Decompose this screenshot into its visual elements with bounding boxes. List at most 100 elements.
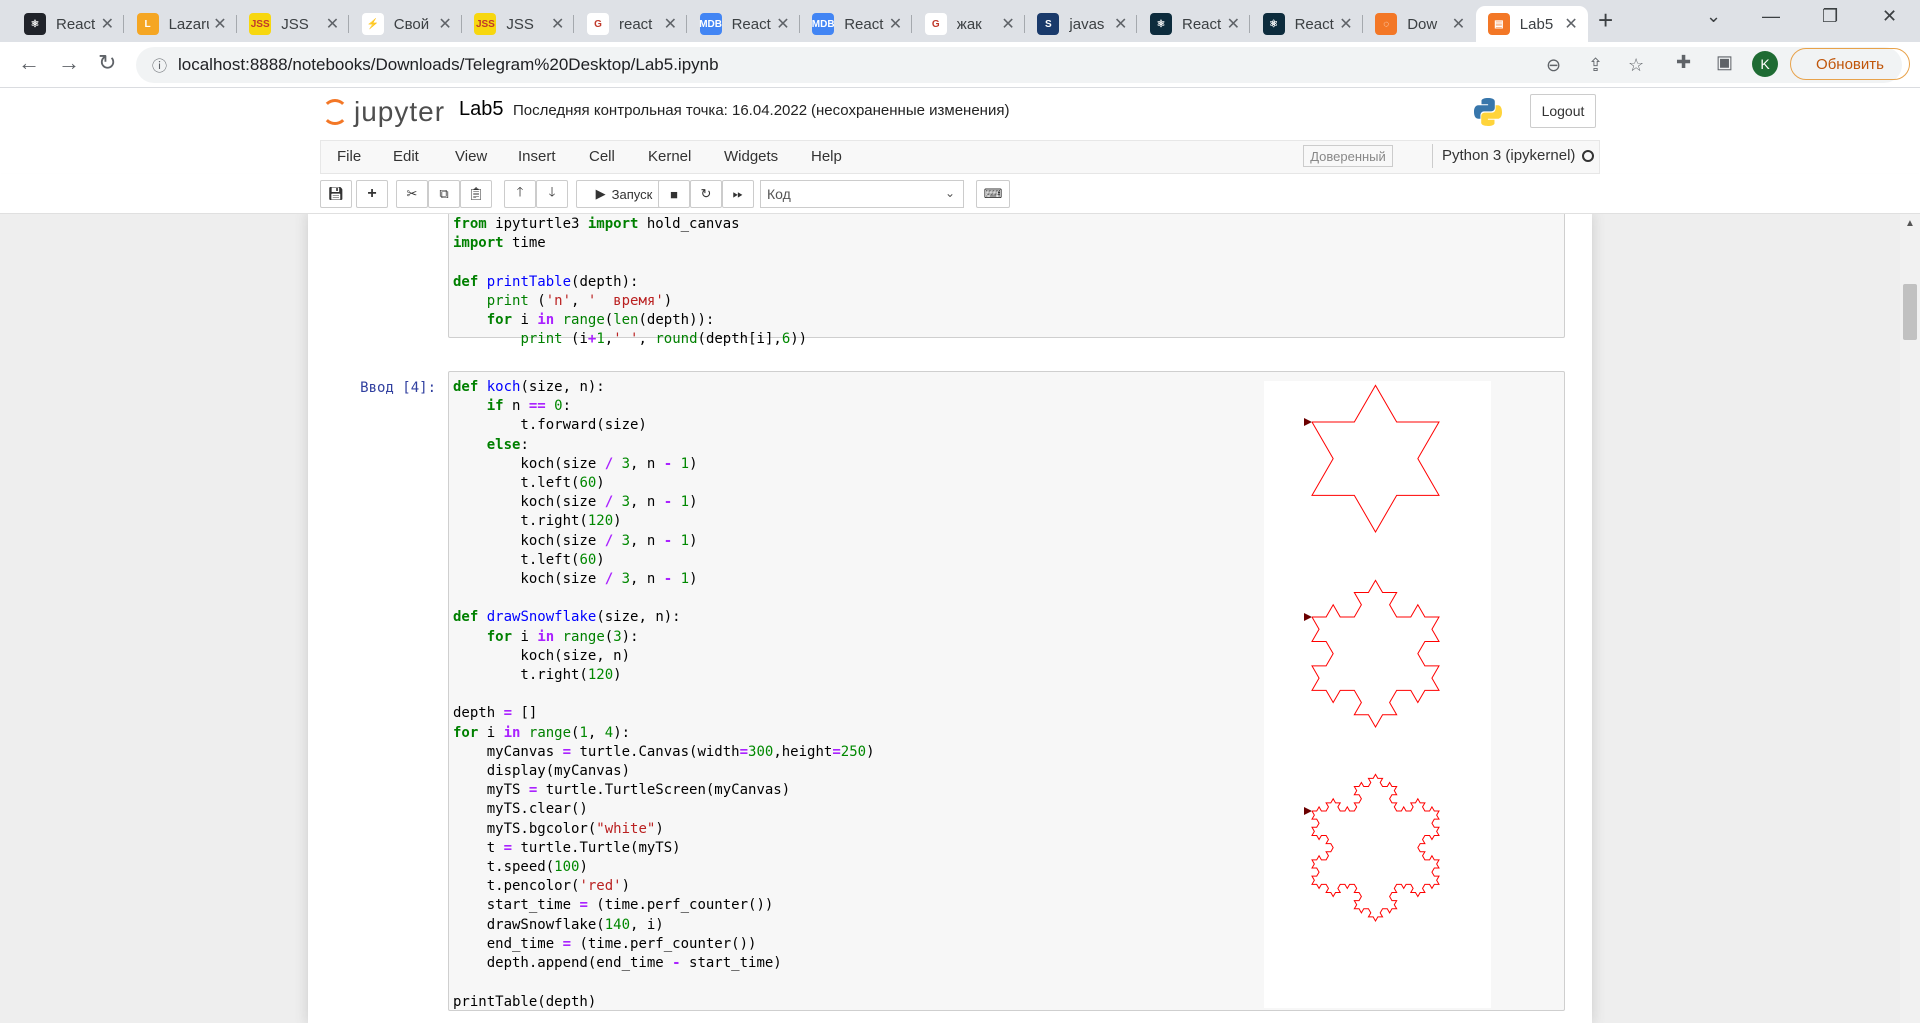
tab-title: Свой bbox=[393, 15, 430, 33]
browser-tab[interactable]: MDB React ✕ bbox=[688, 6, 800, 42]
browser-tab-bar: ⚛React✕LLazarus✕JSSJSS✕⚡Свой✕JSSJSS✕Grea… bbox=[0, 0, 1920, 42]
cell-type-value: Код bbox=[767, 186, 791, 202]
notebook-name[interactable]: Lab5 bbox=[459, 98, 504, 121]
scrollbar-thumb[interactable] bbox=[1903, 284, 1917, 340]
url-text[interactable]: localhost:8888/notebooks/Downloads/Teleg… bbox=[178, 55, 719, 75]
logout-button[interactable]: Logout bbox=[1530, 94, 1596, 128]
tab-close-icon[interactable]: ✕ bbox=[1452, 14, 1465, 34]
notebook-menubar: File Edit View Insert Cell Kernel Widgets Help bbox=[320, 140, 1600, 174]
tab-close-icon[interactable]: ✕ bbox=[1114, 14, 1127, 34]
zoom-icon[interactable]: ⊖ bbox=[1546, 55, 1561, 76]
tab-title: жак bbox=[956, 15, 982, 33]
browser-tab[interactable]: Greact ✕ bbox=[575, 6, 687, 42]
browser-tab[interactable]: ⚛ React ✕ bbox=[1251, 6, 1363, 42]
browser-tab[interactable]: ▤ Lab5 ✕ bbox=[1475, 6, 1588, 42]
move-up-icon[interactable]: 🡑 bbox=[504, 180, 536, 208]
side-panel-icon[interactable]: ▣ bbox=[1716, 52, 1733, 73]
share-icon[interactable]: ⇪ bbox=[1588, 55, 1603, 76]
restart-run-all-icon[interactable]: ⏩︎ bbox=[722, 180, 754, 208]
tab-close-icon[interactable]: ✕ bbox=[1227, 14, 1240, 34]
tab-favicon-icon: ▤ bbox=[1487, 13, 1510, 35]
browser-tab[interactable]: ◌ Dow ✕ bbox=[1363, 6, 1475, 42]
tab-close-icon[interactable]: ✕ bbox=[1564, 14, 1577, 34]
tab-title: React bbox=[1182, 15, 1222, 33]
tab-close-icon[interactable]: ✕ bbox=[551, 14, 564, 34]
tab-close-icon[interactable]: ✕ bbox=[213, 14, 226, 34]
minimize-icon[interactable]: — bbox=[1762, 6, 1780, 27]
tab-close-icon[interactable]: ✕ bbox=[326, 14, 339, 34]
menu-widgets[interactable]: Widgets bbox=[724, 148, 778, 165]
cell-source[interactable]: import ipyturtle3 as turtle from ipyturt… bbox=[449, 214, 1564, 350]
browser-toolbar: ← → ↻ ⓘ localhost:8888/notebooks/Downloa… bbox=[0, 42, 1920, 88]
address-bar[interactable]: ⓘ localhost:8888/notebooks/Downloads/Tel… bbox=[136, 47, 1902, 83]
cell-prompt: Ввод [4]: bbox=[360, 380, 436, 396]
tab-close-icon[interactable]: ✕ bbox=[664, 14, 677, 34]
koch-snowflakes-canvas bbox=[1304, 384, 1440, 922]
page-scrollbar[interactable]: ▲ bbox=[1900, 214, 1920, 1023]
tab-close-icon[interactable]: ✕ bbox=[889, 14, 902, 34]
browser-tab[interactable]: MDB React ✕ bbox=[800, 6, 913, 42]
browser-tab[interactable]: JSS JSS ✕ bbox=[462, 6, 575, 42]
bookmark-star-icon[interactable]: ☆ bbox=[1628, 55, 1644, 76]
tab-favicon-icon: MDB bbox=[699, 13, 722, 35]
tab-favicon-icon: JSS bbox=[249, 13, 272, 35]
jupyter-logo[interactable]: jupyter bbox=[322, 96, 445, 128]
save-icon[interactable]: 💾︎ bbox=[320, 180, 352, 208]
browser-tab[interactable]: ⚛ React ✕ bbox=[1138, 6, 1250, 42]
browser-tab[interactable]: JSS JSS ✕ bbox=[237, 6, 350, 42]
tab-close-icon[interactable]: ✕ bbox=[1001, 14, 1014, 34]
tab-close-icon[interactable]: ✕ bbox=[101, 14, 114, 34]
menu-insert[interactable]: Insert bbox=[518, 148, 556, 165]
restart-icon[interactable]: ↻ bbox=[690, 180, 722, 208]
tab-close-icon[interactable]: ✕ bbox=[1339, 14, 1352, 34]
paste-icon[interactable]: 📋︎ bbox=[460, 180, 492, 208]
browser-tab[interactable]: L Lazarus✕ bbox=[125, 6, 237, 42]
new-tab-icon[interactable]: + bbox=[1598, 7, 1613, 33]
turtle-output bbox=[1264, 381, 1491, 1008]
tab-favicon-icon: ◌ bbox=[1375, 13, 1398, 35]
interrupt-icon[interactable]: ■ bbox=[658, 180, 690, 208]
close-window-icon[interactable]: ✕ bbox=[1882, 6, 1897, 27]
browser-tab[interactable]: Gжак ✕ bbox=[913, 6, 1025, 42]
menu-help[interactable]: Help bbox=[811, 148, 842, 165]
tab-title: Lab5 bbox=[1519, 15, 1554, 33]
code-cell-previous[interactable]: import ipyturtle3 as turtle from ipyturt… bbox=[448, 214, 1565, 347]
move-down-icon[interactable]: 🡓 bbox=[536, 180, 568, 208]
back-icon[interactable]: ← bbox=[18, 50, 40, 76]
tab-close-icon[interactable]: ✕ bbox=[438, 14, 451, 34]
tab-close-icon[interactable]: ✕ bbox=[776, 14, 789, 34]
reload-icon[interactable]: ↻ bbox=[98, 50, 116, 76]
extensions-icon[interactable]: ✚ bbox=[1676, 52, 1691, 73]
menu-cell[interactable]: Cell bbox=[589, 148, 615, 165]
tab-title: javas bbox=[1069, 15, 1105, 33]
browser-tab[interactable]: ⚛ React ✕ bbox=[12, 6, 124, 42]
tab-favicon-icon: JSS bbox=[474, 13, 497, 35]
copy-icon[interactable]: ⧉ bbox=[428, 180, 460, 208]
scroll-up-icon[interactable]: ▲ bbox=[1905, 218, 1915, 229]
menu-edit[interactable]: Edit bbox=[393, 148, 419, 165]
update-button[interactable]: Обновить bbox=[1790, 48, 1910, 80]
cut-icon[interactable]: ✂ bbox=[396, 180, 428, 208]
tab-favicon-icon: ⚛ bbox=[24, 13, 46, 35]
kernel-name[interactable]: Python 3 (ipykernel) bbox=[1442, 147, 1575, 164]
menu-kernel[interactable]: Kernel bbox=[648, 148, 691, 165]
tab-favicon-icon: ⚛ bbox=[1262, 13, 1285, 35]
forward-icon[interactable]: → bbox=[58, 50, 80, 76]
browser-tab[interactable]: Sjavas ✕ bbox=[1025, 6, 1138, 42]
menu-file[interactable]: File bbox=[337, 148, 361, 165]
insert-cell-icon[interactable]: + bbox=[356, 180, 388, 208]
browser-tab[interactable]: ⚡ Свой ✕ bbox=[350, 6, 462, 42]
profile-avatar[interactable]: K bbox=[1752, 51, 1778, 77]
turtle-cursor-icon bbox=[1304, 418, 1312, 426]
koch-snowflake bbox=[1311, 384, 1440, 533]
trusted-indicator[interactable]: Доверенный bbox=[1303, 145, 1393, 167]
keyboard-shortcuts-icon[interactable]: ⌨ bbox=[976, 180, 1010, 208]
notebook-container: import ipyturtle3 as turtle from ipyturt… bbox=[308, 214, 1592, 1023]
menu-view[interactable]: View bbox=[455, 148, 487, 165]
site-info-icon[interactable]: ⓘ bbox=[152, 55, 167, 76]
tab-search-icon[interactable]: ⌄ bbox=[1706, 6, 1721, 27]
tab-favicon-icon: G bbox=[587, 13, 609, 35]
restore-icon[interactable]: ❐ bbox=[1822, 6, 1838, 27]
tab-favicon-icon: L bbox=[136, 13, 159, 35]
cell-type-select[interactable]: Код ⌄ bbox=[760, 180, 964, 208]
